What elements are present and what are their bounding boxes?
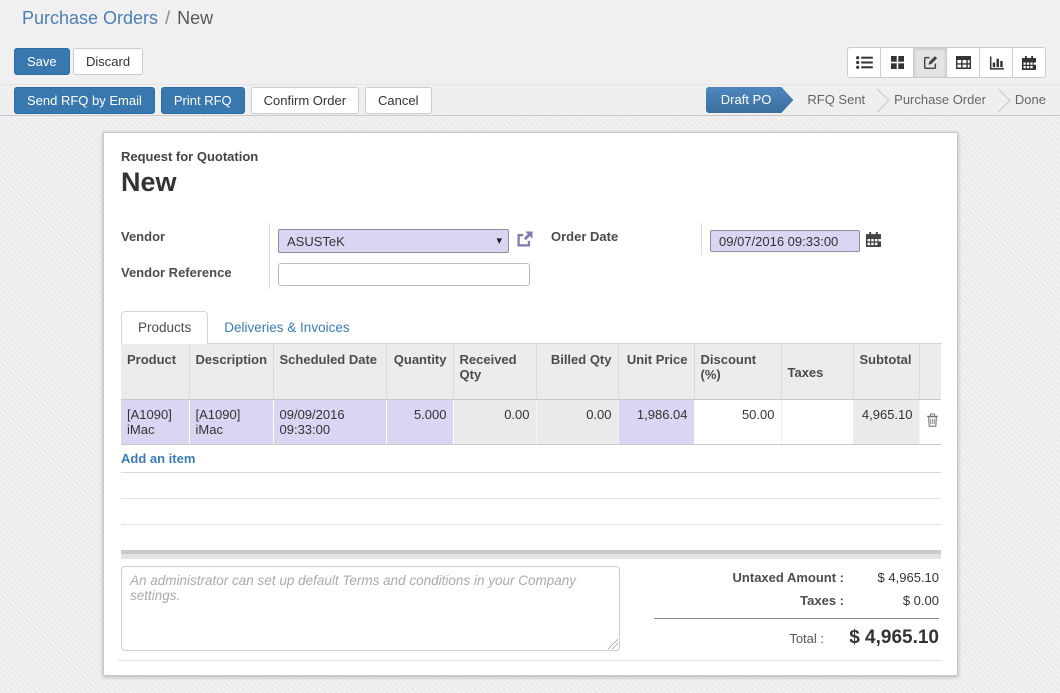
calendar-icon xyxy=(1022,56,1036,70)
bar-chart-icon xyxy=(989,56,1004,70)
cell-subtotal[interactable]: 4,965.10 xyxy=(853,399,919,444)
main-content: Request for Quotation New Vendor ASUSTeK… xyxy=(0,117,1060,693)
status-step-draft-po[interactable]: Draft PO xyxy=(706,87,794,113)
label-separator xyxy=(269,223,270,289)
taxes-value: $ 0.00 xyxy=(864,593,939,608)
vendor-select[interactable]: ASUSTeK ▾ xyxy=(278,229,509,253)
statusbar: Draft PORFQ SentPurchase OrderDone xyxy=(706,85,1060,115)
label-separator xyxy=(701,223,702,255)
cell-description[interactable]: [A1090] iMac xyxy=(189,399,273,444)
vendor-reference-label: Vendor Reference xyxy=(121,265,232,280)
order-lines: ProductDescriptionScheduled DateQuantity… xyxy=(121,344,941,559)
total-label: Total : xyxy=(789,631,824,646)
pivot-table-icon xyxy=(956,56,971,69)
form-subtitle: Request for Quotation xyxy=(121,149,258,164)
taxes-label: Taxes : xyxy=(800,593,844,608)
discard-button[interactable]: Discard xyxy=(73,48,143,75)
cell-scheduled-date[interactable]: 09/09/2016 09:33:00 xyxy=(273,399,386,444)
tab-deliveries-invoices[interactable]: Deliveries & Invoices xyxy=(208,312,365,343)
untaxed-amount-label: Untaxed Amount : xyxy=(733,570,844,585)
status-step-purchase-order[interactable]: Purchase Order xyxy=(880,87,1000,113)
total-value: $ 4,965.10 xyxy=(844,627,939,649)
order-lines-table: ProductDescriptionScheduled DateQuantity… xyxy=(121,344,941,445)
sheet-bottom-divider xyxy=(118,660,942,661)
resize-handle[interactable] xyxy=(608,639,618,649)
totals-divider xyxy=(654,618,939,619)
column-header-unit-price: Unit Price xyxy=(618,344,694,399)
untaxed-amount-value: $ 4,965.10 xyxy=(864,570,939,585)
send-rfq-by-email-button[interactable]: Send RFQ by Email xyxy=(14,87,155,114)
list-icon xyxy=(856,56,873,69)
order-date-value: 09/07/2016 09:33:00 xyxy=(719,234,838,249)
column-header-taxes: Taxes xyxy=(781,344,853,399)
edit-form-icon xyxy=(923,55,938,70)
column-header-quantity: Quantity xyxy=(386,344,453,399)
action-bar: Send RFQ by EmailPrint RFQConfirm OrderC… xyxy=(0,84,1060,116)
breadcrumb: Purchase Orders / New xyxy=(0,0,1060,37)
cell-quantity[interactable]: 5.000 xyxy=(386,399,453,444)
cell-unit-price[interactable]: 1,986.04 xyxy=(618,399,694,444)
horizontal-scrollbar[interactable] xyxy=(121,550,941,559)
open-vendor-external-link-icon[interactable] xyxy=(515,229,537,251)
cell-billed-qty[interactable]: 0.00 xyxy=(536,399,618,444)
order-date-input[interactable]: 09/07/2016 09:33:00 xyxy=(710,230,860,252)
cell-delete[interactable] xyxy=(919,399,941,444)
cell-received-qty[interactable]: 0.00 xyxy=(453,399,536,444)
tab-products[interactable]: Products xyxy=(121,311,208,344)
save-button[interactable]: Save xyxy=(14,48,70,75)
column-header-discount-: Discount (%) xyxy=(694,344,781,399)
cell-taxes[interactable] xyxy=(781,399,853,444)
form-view-button[interactable] xyxy=(913,47,947,78)
view-switcher xyxy=(847,47,1046,78)
empty-line xyxy=(121,499,941,525)
pivot-view-button[interactable] xyxy=(946,47,980,78)
chevron-down-icon: ▾ xyxy=(496,234,502,247)
cell-product[interactable]: [A1090] iMac xyxy=(121,399,189,444)
delete-line-trash-icon[interactable] xyxy=(926,413,939,427)
totals-block: Untaxed Amount : $ 4,965.10 Taxes : $ 0.… xyxy=(654,570,939,657)
add-an-item-link[interactable]: Add an item xyxy=(121,451,195,466)
date-picker-calendar-icon[interactable] xyxy=(866,232,881,247)
calendar-view-button[interactable] xyxy=(1012,47,1046,78)
empty-line xyxy=(121,525,941,549)
purchase-order-form-page: Purchase Orders / New Save Discard xyxy=(0,0,1060,693)
confirm-order-button[interactable]: Confirm Order xyxy=(251,87,359,114)
breadcrumb-current: New xyxy=(177,8,213,29)
empty-line xyxy=(121,473,941,499)
breadcrumb-separator: / xyxy=(165,8,170,29)
form-sheet: Request for Quotation New Vendor ASUSTeK… xyxy=(103,132,958,676)
cell-discount-[interactable]: 50.00 xyxy=(694,399,781,444)
graph-view-button[interactable] xyxy=(979,47,1013,78)
order-line-row: [A1090] iMac[A1090] iMac09/09/2016 09:33… xyxy=(121,399,941,444)
column-header-description: Description xyxy=(189,344,273,399)
notebook-tabs: ProductsDeliveries & Invoices xyxy=(121,310,942,344)
cancel-button[interactable]: Cancel xyxy=(365,87,431,114)
column-header-billed-qty: Billed Qty xyxy=(536,344,618,399)
kanban-icon xyxy=(891,56,904,69)
print-rfq-button[interactable]: Print RFQ xyxy=(161,87,245,114)
column-header-subtotal: Subtotal xyxy=(853,344,919,399)
column-header-actions xyxy=(919,344,941,399)
terms-and-conditions-textarea[interactable] xyxy=(122,567,619,650)
column-header-received-qty: Received Qty xyxy=(453,344,536,399)
list-view-button[interactable] xyxy=(847,47,881,78)
column-header-product: Product xyxy=(121,344,189,399)
column-header-scheduled-date: Scheduled Date xyxy=(273,344,386,399)
action-buttons: Send RFQ by EmailPrint RFQConfirm OrderC… xyxy=(0,87,432,114)
breadcrumb-purchase-orders-link[interactable]: Purchase Orders xyxy=(22,8,158,29)
vendor-reference-input[interactable] xyxy=(278,263,530,286)
terms-and-conditions-box xyxy=(121,566,620,651)
vendor-value: ASUSTeK xyxy=(287,234,345,249)
order-date-label: Order Date xyxy=(551,229,618,244)
add-item-row: Add an item xyxy=(121,445,941,473)
vendor-label: Vendor xyxy=(121,229,165,244)
kanban-view-button[interactable] xyxy=(880,47,914,78)
toolbar: Save Discard xyxy=(0,37,1060,84)
form-title: New xyxy=(121,167,177,198)
